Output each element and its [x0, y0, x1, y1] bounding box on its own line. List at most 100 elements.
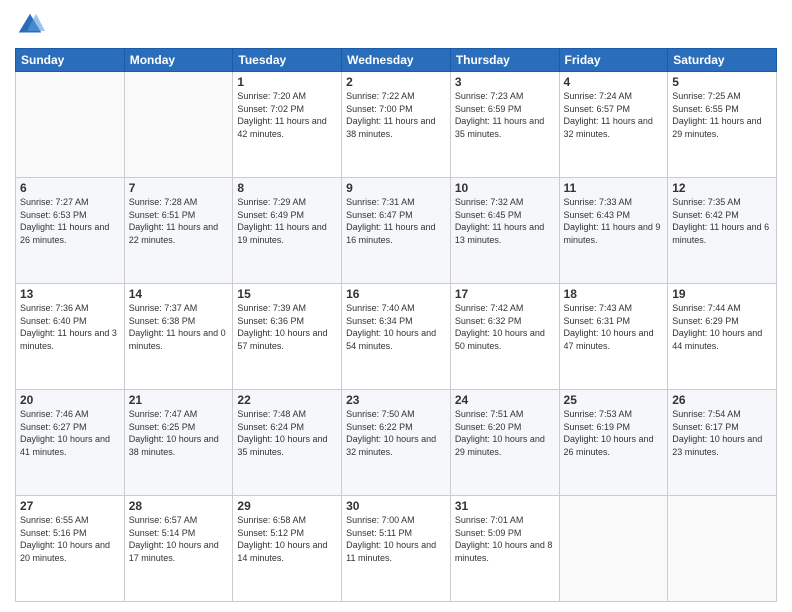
day-cell	[16, 72, 125, 178]
day-cell: 22Sunrise: 7:48 AM Sunset: 6:24 PM Dayli…	[233, 390, 342, 496]
day-info: Sunrise: 7:29 AM Sunset: 6:49 PM Dayligh…	[237, 196, 337, 246]
day-cell: 3Sunrise: 7:23 AM Sunset: 6:59 PM Daylig…	[450, 72, 559, 178]
day-info: Sunrise: 7:20 AM Sunset: 7:02 PM Dayligh…	[237, 90, 337, 140]
day-cell: 8Sunrise: 7:29 AM Sunset: 6:49 PM Daylig…	[233, 178, 342, 284]
day-number: 1	[237, 75, 337, 89]
day-info: Sunrise: 7:53 AM Sunset: 6:19 PM Dayligh…	[564, 408, 664, 458]
day-number: 15	[237, 287, 337, 301]
day-cell: 16Sunrise: 7:40 AM Sunset: 6:34 PM Dayli…	[342, 284, 451, 390]
day-cell: 19Sunrise: 7:44 AM Sunset: 6:29 PM Dayli…	[668, 284, 777, 390]
day-cell: 1Sunrise: 7:20 AM Sunset: 7:02 PM Daylig…	[233, 72, 342, 178]
day-info: Sunrise: 7:46 AM Sunset: 6:27 PM Dayligh…	[20, 408, 120, 458]
day-info: Sunrise: 7:35 AM Sunset: 6:42 PM Dayligh…	[672, 196, 772, 246]
day-info: Sunrise: 7:51 AM Sunset: 6:20 PM Dayligh…	[455, 408, 555, 458]
col-wednesday: Wednesday	[342, 49, 451, 72]
day-number: 4	[564, 75, 664, 89]
col-sunday: Sunday	[16, 49, 125, 72]
day-number: 31	[455, 499, 555, 513]
day-cell	[124, 72, 233, 178]
day-number: 13	[20, 287, 120, 301]
day-number: 28	[129, 499, 229, 513]
day-number: 27	[20, 499, 120, 513]
day-number: 10	[455, 181, 555, 195]
day-info: Sunrise: 7:28 AM Sunset: 6:51 PM Dayligh…	[129, 196, 229, 246]
day-info: Sunrise: 7:47 AM Sunset: 6:25 PM Dayligh…	[129, 408, 229, 458]
day-cell: 20Sunrise: 7:46 AM Sunset: 6:27 PM Dayli…	[16, 390, 125, 496]
day-cell: 26Sunrise: 7:54 AM Sunset: 6:17 PM Dayli…	[668, 390, 777, 496]
day-cell: 24Sunrise: 7:51 AM Sunset: 6:20 PM Dayli…	[450, 390, 559, 496]
day-number: 20	[20, 393, 120, 407]
day-number: 18	[564, 287, 664, 301]
day-info: Sunrise: 7:54 AM Sunset: 6:17 PM Dayligh…	[672, 408, 772, 458]
day-number: 9	[346, 181, 446, 195]
col-tuesday: Tuesday	[233, 49, 342, 72]
day-info: Sunrise: 7:23 AM Sunset: 6:59 PM Dayligh…	[455, 90, 555, 140]
day-number: 5	[672, 75, 772, 89]
day-number: 22	[237, 393, 337, 407]
day-number: 29	[237, 499, 337, 513]
header	[15, 10, 777, 40]
day-info: Sunrise: 7:37 AM Sunset: 6:38 PM Dayligh…	[129, 302, 229, 352]
day-cell: 5Sunrise: 7:25 AM Sunset: 6:55 PM Daylig…	[668, 72, 777, 178]
day-info: Sunrise: 7:40 AM Sunset: 6:34 PM Dayligh…	[346, 302, 446, 352]
week-row-4: 27Sunrise: 6:55 AM Sunset: 5:16 PM Dayli…	[16, 496, 777, 602]
day-cell: 23Sunrise: 7:50 AM Sunset: 6:22 PM Dayli…	[342, 390, 451, 496]
day-cell: 17Sunrise: 7:42 AM Sunset: 6:32 PM Dayli…	[450, 284, 559, 390]
day-info: Sunrise: 6:55 AM Sunset: 5:16 PM Dayligh…	[20, 514, 120, 564]
day-cell: 29Sunrise: 6:58 AM Sunset: 5:12 PM Dayli…	[233, 496, 342, 602]
day-number: 12	[672, 181, 772, 195]
day-number: 24	[455, 393, 555, 407]
day-number: 7	[129, 181, 229, 195]
day-info: Sunrise: 7:42 AM Sunset: 6:32 PM Dayligh…	[455, 302, 555, 352]
col-saturday: Saturday	[668, 49, 777, 72]
day-number: 21	[129, 393, 229, 407]
day-number: 6	[20, 181, 120, 195]
day-cell: 28Sunrise: 6:57 AM Sunset: 5:14 PM Dayli…	[124, 496, 233, 602]
day-info: Sunrise: 7:36 AM Sunset: 6:40 PM Dayligh…	[20, 302, 120, 352]
day-info: Sunrise: 7:48 AM Sunset: 6:24 PM Dayligh…	[237, 408, 337, 458]
day-cell: 11Sunrise: 7:33 AM Sunset: 6:43 PM Dayli…	[559, 178, 668, 284]
day-cell: 27Sunrise: 6:55 AM Sunset: 5:16 PM Dayli…	[16, 496, 125, 602]
week-row-3: 20Sunrise: 7:46 AM Sunset: 6:27 PM Dayli…	[16, 390, 777, 496]
day-info: Sunrise: 7:24 AM Sunset: 6:57 PM Dayligh…	[564, 90, 664, 140]
day-cell: 7Sunrise: 7:28 AM Sunset: 6:51 PM Daylig…	[124, 178, 233, 284]
day-number: 26	[672, 393, 772, 407]
col-thursday: Thursday	[450, 49, 559, 72]
day-info: Sunrise: 7:22 AM Sunset: 7:00 PM Dayligh…	[346, 90, 446, 140]
day-info: Sunrise: 7:25 AM Sunset: 6:55 PM Dayligh…	[672, 90, 772, 140]
day-info: Sunrise: 7:33 AM Sunset: 6:43 PM Dayligh…	[564, 196, 664, 246]
col-monday: Monday	[124, 49, 233, 72]
day-cell: 30Sunrise: 7:00 AM Sunset: 5:11 PM Dayli…	[342, 496, 451, 602]
day-info: Sunrise: 7:00 AM Sunset: 5:11 PM Dayligh…	[346, 514, 446, 564]
day-cell: 21Sunrise: 7:47 AM Sunset: 6:25 PM Dayli…	[124, 390, 233, 496]
day-info: Sunrise: 6:58 AM Sunset: 5:12 PM Dayligh…	[237, 514, 337, 564]
calendar: SundayMondayTuesdayWednesdayThursdayFrid…	[15, 48, 777, 602]
day-info: Sunrise: 7:44 AM Sunset: 6:29 PM Dayligh…	[672, 302, 772, 352]
col-friday: Friday	[559, 49, 668, 72]
day-info: Sunrise: 7:43 AM Sunset: 6:31 PM Dayligh…	[564, 302, 664, 352]
day-cell: 2Sunrise: 7:22 AM Sunset: 7:00 PM Daylig…	[342, 72, 451, 178]
day-cell: 4Sunrise: 7:24 AM Sunset: 6:57 PM Daylig…	[559, 72, 668, 178]
day-cell	[559, 496, 668, 602]
day-number: 30	[346, 499, 446, 513]
day-number: 8	[237, 181, 337, 195]
day-info: Sunrise: 7:39 AM Sunset: 6:36 PM Dayligh…	[237, 302, 337, 352]
day-cell: 15Sunrise: 7:39 AM Sunset: 6:36 PM Dayli…	[233, 284, 342, 390]
logo	[15, 10, 49, 40]
day-number: 16	[346, 287, 446, 301]
day-number: 23	[346, 393, 446, 407]
day-info: Sunrise: 7:01 AM Sunset: 5:09 PM Dayligh…	[455, 514, 555, 564]
day-number: 2	[346, 75, 446, 89]
calendar-header-row: SundayMondayTuesdayWednesdayThursdayFrid…	[16, 49, 777, 72]
day-cell: 31Sunrise: 7:01 AM Sunset: 5:09 PM Dayli…	[450, 496, 559, 602]
day-cell: 12Sunrise: 7:35 AM Sunset: 6:42 PM Dayli…	[668, 178, 777, 284]
day-cell	[668, 496, 777, 602]
day-cell: 13Sunrise: 7:36 AM Sunset: 6:40 PM Dayli…	[16, 284, 125, 390]
day-number: 17	[455, 287, 555, 301]
week-row-1: 6Sunrise: 7:27 AM Sunset: 6:53 PM Daylig…	[16, 178, 777, 284]
day-cell: 10Sunrise: 7:32 AM Sunset: 6:45 PM Dayli…	[450, 178, 559, 284]
page: SundayMondayTuesdayWednesdayThursdayFrid…	[0, 0, 792, 612]
day-info: Sunrise: 7:27 AM Sunset: 6:53 PM Dayligh…	[20, 196, 120, 246]
logo-icon	[15, 10, 45, 40]
day-number: 14	[129, 287, 229, 301]
